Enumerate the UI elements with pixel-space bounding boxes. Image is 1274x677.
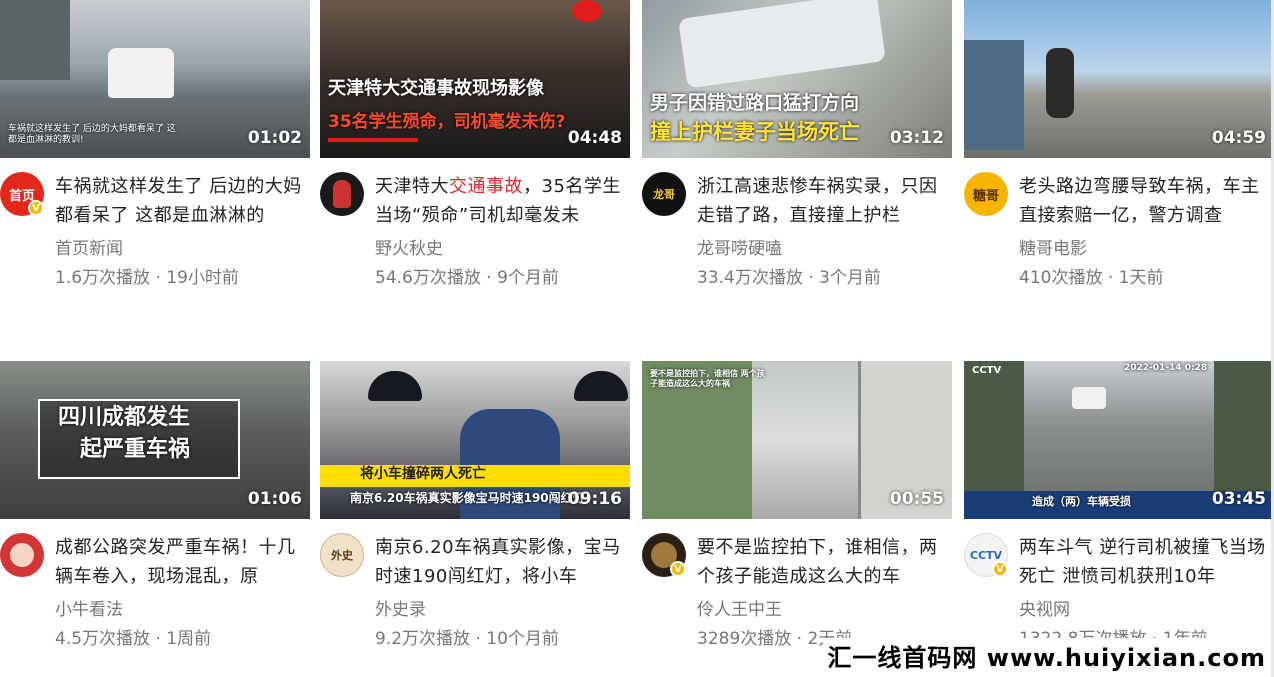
- video-thumbnail[interactable]: 要不是监控拍下，谁相信 两个孩子能造成这么大的车祸 00:55: [642, 361, 952, 519]
- avatar[interactable]: 糖哥: [964, 172, 1008, 216]
- duration-badge: 01:02: [247, 128, 302, 148]
- video-stats: 9.2万次播放 · 10个月前: [375, 629, 559, 649]
- avatar[interactable]: 外史: [320, 533, 364, 577]
- author-name[interactable]: 龙哥唠硬嗑: [697, 234, 782, 259]
- video-title[interactable]: 浙江高速悲惨车祸实录，只因走错了路，直接撞上护栏: [697, 172, 952, 230]
- thumbnail-caption: 车祸就这样发生了 后边的大妈都看呆了 这都是血淋淋的教训!: [8, 124, 176, 146]
- duration-badge: 09:16: [567, 489, 622, 509]
- duration-badge: 04:48: [567, 128, 622, 148]
- thumbnail-caption: 2022-01-14 0:28: [1124, 363, 1208, 373]
- duration-badge: 01:06: [247, 489, 302, 509]
- thumbnail-caption: 四川成都发生: [58, 405, 191, 430]
- video-stats: 1.6万次播放 · 19小时前: [55, 268, 239, 288]
- video-stats: 410次播放 · 1天前: [1019, 268, 1164, 288]
- thumbnail-caption: 要不是监控拍下，谁相信 两个孩子能造成这么大的车祸: [650, 369, 765, 388]
- video-title[interactable]: 南京6.20车祸真实影像，宝马时速190闯红灯，将小车: [375, 533, 630, 591]
- duration-badge: 04:59: [1211, 128, 1266, 148]
- video-title[interactable]: 车祸就这样发生了 后边的大妈都看呆了 这都是血淋淋的: [55, 172, 310, 230]
- verified-badge-icon: V: [670, 561, 686, 577]
- video-title[interactable]: 两车斗气 逆行司机被撞飞当场死亡 泄愤司机获刑10年: [1019, 533, 1274, 591]
- video-title[interactable]: 老头路边弯腰导致车祸，车主直接索赔一亿，警方调查: [1019, 172, 1274, 230]
- author-name[interactable]: 糖哥电影: [1019, 234, 1087, 259]
- video-thumbnail[interactable]: CCTV 2022-01-14 0:28 造成（两）车辆受损 03:45: [964, 361, 1274, 519]
- author-name[interactable]: 野火秋史: [375, 234, 443, 259]
- avatar[interactable]: [0, 533, 44, 577]
- duration-badge: 03:45: [1211, 489, 1266, 509]
- avatar[interactable]: 龙哥: [642, 172, 686, 216]
- video-thumbnail[interactable]: 将小车撞碎两人死亡 南京6.20车祸真实影像宝马时速190闯红灯 09:16: [320, 361, 630, 519]
- video-thumbnail[interactable]: 男子因错过路口猛打方向 撞上护栏妻子当场死亡 03:12: [642, 0, 952, 158]
- cctv-logo: CCTV: [972, 365, 1002, 376]
- video-thumbnail[interactable]: 04:59: [964, 0, 1274, 158]
- author-name[interactable]: 首页新闻: [55, 234, 123, 259]
- thumbnail-caption: 男子因错过路口猛打方向: [650, 92, 860, 114]
- site-watermark: 汇一线首码网 www.huiyixian.com: [823, 638, 1270, 673]
- author-name[interactable]: 伶人王中王: [697, 595, 782, 620]
- video-stats: 4.5万次播放 · 1周前: [55, 629, 212, 649]
- verified-badge-icon: V: [28, 200, 44, 216]
- author-name[interactable]: 小牛看法: [55, 595, 123, 620]
- verified-badge-icon: V: [992, 561, 1008, 577]
- video-thumbnail[interactable]: 车祸就这样发生了 后边的大妈都看呆了 这都是血淋淋的教训! 01:02: [0, 0, 310, 158]
- avatar[interactable]: [320, 172, 364, 216]
- thumbnail-caption-2: 起严重车祸: [80, 437, 191, 462]
- duration-badge: 00:55: [889, 489, 944, 509]
- video-title[interactable]: 天津特大交通事故，35名学生当场“殒命”司机却毫发未: [375, 172, 630, 230]
- author-name[interactable]: 央视网: [1019, 595, 1070, 620]
- video-stats: 54.6万次播放 · 9个月前: [375, 268, 559, 288]
- video-title[interactable]: 要不是监控拍下，谁相信，两个孩子能造成这么大的车: [697, 533, 952, 591]
- thumbnail-caption: 将小车撞碎两人死亡: [360, 466, 486, 482]
- thumbnail-caption: 天津特大交通事故现场影像: [328, 78, 544, 99]
- video-title[interactable]: 成都公路突发严重车祸！十几辆车卷入，现场混乱，原: [55, 533, 310, 591]
- video-thumbnail[interactable]: 四川成都发生 起严重车祸 01:06: [0, 361, 310, 519]
- video-stats: 33.4万次播放 · 3个月前: [697, 268, 881, 288]
- duration-badge: 03:12: [889, 128, 944, 148]
- video-thumbnail[interactable]: 天津特大交通事故现场影像 35名学生殒命，司机毫发未伤? 04:48: [320, 0, 630, 158]
- author-name[interactable]: 外史录: [375, 595, 426, 620]
